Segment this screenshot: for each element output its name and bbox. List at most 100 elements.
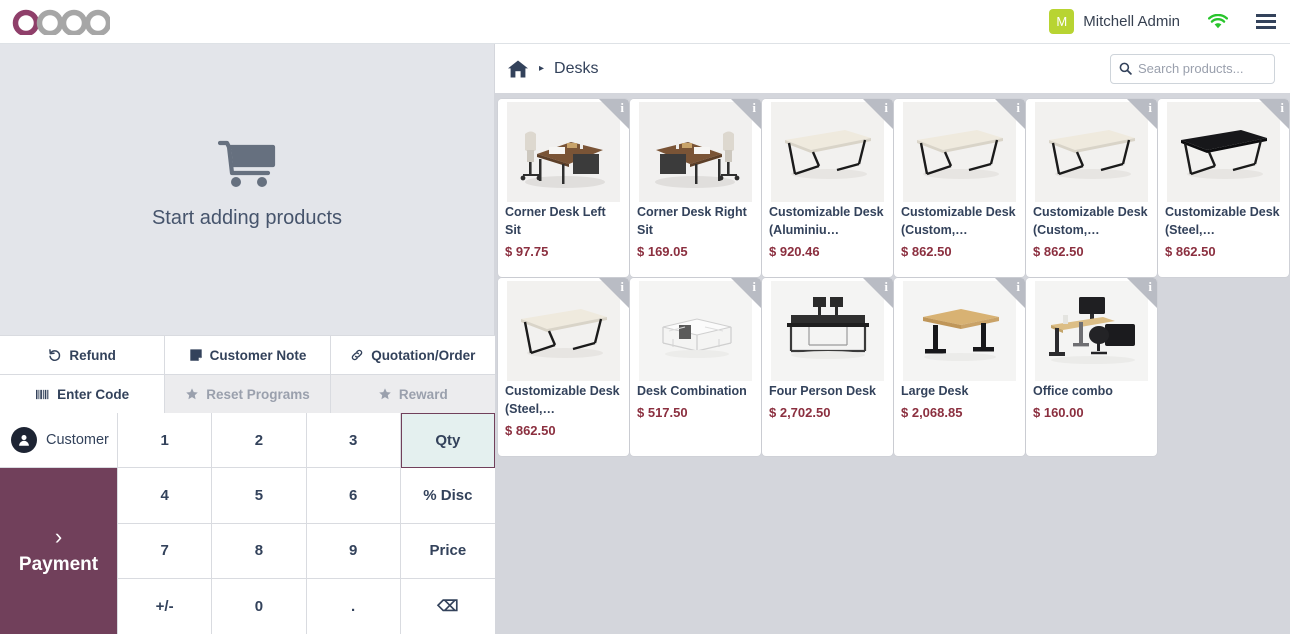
numpad-key-discount[interactable]: % Disc [400, 468, 495, 524]
user-name[interactable]: Mitchell Admin [1083, 13, 1180, 30]
numpad-key-qty[interactable]: Qty [400, 413, 495, 469]
top-navbar: M Mitchell Admin [0, 0, 1290, 44]
customer-note-button[interactable]: Customer Note [165, 336, 331, 374]
info-icon[interactable]: i [1127, 99, 1157, 129]
product-name: Customizable Desk (Custom,… [901, 205, 1016, 237]
note-icon [189, 348, 203, 362]
product-price: $ 862.50 [1165, 243, 1216, 259]
product-name: Corner Desk Right Sit [637, 205, 747, 237]
info-badge-triangle [995, 99, 1025, 129]
numpad-key-decimal[interactable]: . [306, 578, 401, 634]
action-buttons-row-1: Refund Customer Note Quotation/Order [0, 335, 495, 374]
product-name: Customizable Desk (Custom,… [1033, 205, 1148, 237]
enter-code-button[interactable]: Enter Code [0, 375, 166, 413]
numpad-key-6[interactable]: 6 [306, 468, 401, 524]
product-card[interactable]: Customizable Desk (Steel,… $ 862.50 i [498, 278, 629, 456]
wifi-icon[interactable] [1208, 13, 1228, 30]
info-icon[interactable]: i [995, 99, 1025, 129]
numpad-key-7[interactable]: 7 [118, 523, 213, 579]
info-badge-triangle [1127, 278, 1157, 308]
numpad-key-4[interactable]: 4 [118, 468, 213, 524]
product-card[interactable]: Desk Combination $ 517.50 i [630, 278, 761, 456]
product-card[interactable]: Corner Desk Right Sit $ 169.05 i [630, 99, 761, 277]
product-price: $ 160.00 [1033, 404, 1084, 420]
info-icon[interactable]: i [995, 278, 1025, 308]
reward-label: Reward [398, 386, 448, 402]
numpad-key-3[interactable]: 3 [306, 413, 401, 469]
refund-label: Refund [69, 347, 116, 363]
info-badge-triangle [863, 99, 893, 129]
info-badge-triangle [731, 278, 761, 308]
product-name: Corner Desk Left Sit [505, 205, 606, 237]
numpad-key-backspace[interactable]: ⌫ [400, 578, 495, 634]
product-card[interactable]: Four Person Desk $ 2,702.50 i [762, 278, 893, 456]
payment-label: Payment [18, 554, 99, 575]
refund-undo-icon [48, 348, 62, 362]
reset-programs-button[interactable]: Reset Programs [165, 375, 331, 413]
search-box[interactable] [1110, 53, 1275, 84]
product-card[interactable]: Customizable Desk (Custom,… $ 862.50 i [894, 99, 1025, 277]
product-price: $ 2,068.85 [901, 404, 963, 420]
payment-button[interactable]: › Payment [0, 468, 117, 634]
star-icon [378, 387, 392, 401]
empty-cart-text: Start adding products [151, 206, 343, 229]
product-card[interactable]: Customizable Desk (Custom,… $ 862.50 i [1026, 99, 1157, 277]
info-icon[interactable]: i [863, 99, 893, 129]
product-card[interactable]: Corner Desk Left Sit $ 97.75 i [498, 99, 629, 277]
product-name: Office combo [1033, 384, 1113, 398]
product-name: Customizable Desk (Steel,… [1165, 205, 1280, 237]
refund-button[interactable]: Refund [0, 336, 166, 374]
product-info: Customizable Desk (Steel,… $ 862.50 [1158, 202, 1289, 277]
product-card[interactable]: Large Desk $ 2,068.85 i [894, 278, 1025, 456]
info-icon[interactable]: i [731, 99, 761, 129]
customer-note-label: Customer Note [209, 347, 307, 363]
info-badge-triangle [995, 278, 1025, 308]
breadcrumb-category[interactable]: Desks [554, 60, 598, 78]
customer-button[interactable]: Customer [0, 413, 117, 468]
product-panel: ▸ Desks Search products... Corner Desk L… [495, 44, 1290, 634]
info-icon[interactable]: i [599, 99, 629, 129]
search-icon [1119, 62, 1132, 75]
reward-button[interactable]: Reward [330, 375, 495, 413]
odoo-logo[interactable] [12, 9, 110, 35]
info-badge-letter: i [752, 100, 756, 115]
info-icon[interactable]: i [599, 278, 629, 308]
quotation-order-button[interactable]: Quotation/Order [330, 336, 495, 374]
info-badge-letter: i [884, 100, 888, 115]
hamburger-menu-icon[interactable] [1254, 12, 1278, 31]
hamburger-bar [1256, 26, 1276, 29]
home-icon[interactable] [507, 59, 529, 79]
product-card[interactable]: Customizable Desk (Aluminiu… $ 920.46 i [762, 99, 893, 277]
info-badge-triangle [599, 99, 629, 129]
search-input[interactable] [1138, 61, 1266, 76]
product-card[interactable]: Office combo $ 160.00 i [1026, 278, 1157, 456]
info-icon[interactable]: i [863, 278, 893, 308]
info-icon[interactable]: i [1259, 99, 1289, 129]
product-info: Desk Combination $ 517.50 [630, 381, 761, 456]
numpad-key-9[interactable]: 9 [306, 523, 401, 579]
info-badge-letter: i [1016, 100, 1020, 115]
info-icon[interactable]: i [1127, 278, 1157, 308]
product-price: $ 2,702.50 [769, 404, 831, 420]
numpad-key-0[interactable]: 0 [212, 578, 307, 634]
info-badge-triangle [731, 99, 761, 129]
numpad-key-price[interactable]: Price [400, 523, 495, 579]
product-info: Customizable Desk (Steel,… $ 862.50 [498, 381, 629, 456]
product-info: Customizable Desk (Custom,… $ 862.50 [894, 202, 1025, 277]
avatar: M [1049, 9, 1075, 34]
numpad-key-8[interactable]: 8 [212, 523, 307, 579]
numpad-key-2[interactable]: 2 [212, 413, 307, 469]
info-badge-letter: i [1148, 279, 1152, 294]
product-info: Corner Desk Right Sit $ 169.05 [630, 202, 761, 277]
navbar-right-group: M Mitchell Admin [1049, 9, 1278, 34]
quotation-order-label: Quotation/Order [371, 347, 476, 363]
info-badge-letter: i [884, 279, 888, 294]
products-area: Corner Desk Left Sit $ 97.75 i Corner De… [495, 94, 1290, 634]
numpad-key-5[interactable]: 5 [212, 468, 307, 524]
info-badge-letter: i [1280, 100, 1284, 115]
numpad-key-1[interactable]: 1 [118, 413, 213, 469]
numpad-key-plusminus[interactable]: +/- [118, 578, 213, 634]
product-card[interactable]: Customizable Desk (Steel,… $ 862.50 i [1158, 99, 1289, 277]
info-badge-letter: i [620, 279, 624, 294]
info-icon[interactable]: i [731, 278, 761, 308]
